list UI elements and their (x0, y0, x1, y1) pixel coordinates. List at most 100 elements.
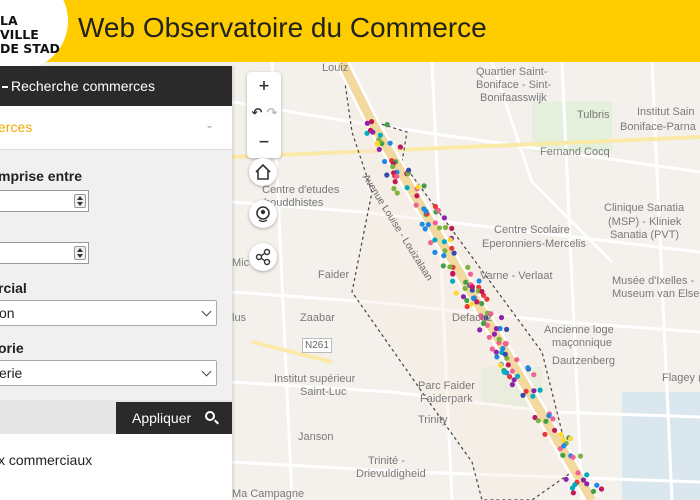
spinner-icon[interactable] (74, 194, 86, 208)
commerce-marker[interactable] (484, 296, 490, 302)
commerce-marker[interactable] (504, 326, 510, 332)
commerce-marker[interactable] (531, 372, 537, 378)
commerce-marker[interactable] (594, 482, 600, 488)
commerce-marker[interactable] (465, 264, 471, 270)
commerce-marker[interactable] (370, 129, 376, 135)
commerce-marker[interactable] (468, 301, 474, 307)
commerce-marker[interactable] (462, 285, 468, 292)
commerce-marker[interactable] (451, 250, 457, 256)
commerce-marker[interactable] (542, 431, 548, 437)
commerce-marker[interactable] (384, 172, 390, 178)
commerce-marker[interactable] (425, 222, 431, 228)
locate-button[interactable] (249, 200, 277, 228)
commerce-marker[interactable] (382, 158, 388, 165)
commerce-marker[interactable] (501, 369, 507, 375)
commerce-marker[interactable] (498, 362, 504, 368)
commerce-marker[interactable] (397, 144, 403, 150)
commerce-marker[interactable] (377, 132, 383, 138)
commerce-marker[interactable] (441, 253, 447, 259)
commerce-marker[interactable] (432, 203, 438, 210)
commerce-marker[interactable] (364, 120, 370, 126)
commerce-marker[interactable] (509, 382, 515, 388)
commerce-marker[interactable] (502, 351, 508, 357)
commerce-marker[interactable] (404, 185, 410, 191)
commerce-marker[interactable] (505, 362, 511, 368)
commerce-marker[interactable] (463, 279, 469, 285)
commerce-marker[interactable] (552, 427, 558, 433)
commerce-marker[interactable] (440, 263, 446, 269)
commerce-marker[interactable] (374, 142, 380, 148)
commerce-marker[interactable] (442, 224, 449, 231)
collapse-icon[interactable]: - (207, 119, 212, 135)
apply-button[interactable]: Appliquer (116, 402, 232, 434)
commerce-marker[interactable] (390, 164, 396, 170)
share-button[interactable] (249, 243, 277, 271)
commerce-marker[interactable] (394, 173, 400, 179)
commerce-marker[interactable] (376, 146, 382, 152)
commerce-marker[interactable] (449, 245, 455, 251)
commerce-marker[interactable] (500, 345, 506, 352)
commerce-marker[interactable] (469, 284, 475, 290)
commerce-marker[interactable] (543, 418, 549, 424)
commerce-marker[interactable] (447, 264, 453, 270)
commerce-marker[interactable] (441, 215, 447, 221)
commerce-marker[interactable] (525, 365, 531, 371)
commerce-marker[interactable] (415, 184, 421, 190)
home-button[interactable] (249, 158, 277, 186)
commerce-marker[interactable] (537, 387, 543, 393)
select-field[interactable]: erie (0, 360, 217, 386)
commerce-marker[interactable] (494, 354, 500, 360)
commerce-marker[interactable] (453, 290, 459, 296)
commerce-marker[interactable] (413, 202, 419, 208)
commerce-marker[interactable] (464, 297, 470, 304)
commerce-marker[interactable] (584, 472, 590, 478)
commercial-axes-link[interactable]: x commerciaux (0, 452, 92, 468)
commerce-marker[interactable] (414, 193, 420, 199)
number-input[interactable] (0, 190, 89, 212)
commerce-marker[interactable] (486, 334, 492, 340)
zoom-in-button[interactable]: + (254, 76, 274, 96)
commerce-marker[interactable] (423, 208, 429, 214)
commerce-marker[interactable] (503, 341, 509, 347)
commerce-marker[interactable] (432, 237, 438, 243)
panel-header[interactable]: Recherche commerces (0, 66, 232, 106)
zoom-out-button[interactable]: − (254, 132, 274, 152)
map-view[interactable]: Louiz Quartier Saint- Boniface - Sint- B… (232, 62, 700, 500)
commerce-marker[interactable] (467, 271, 474, 277)
commerce-marker[interactable] (441, 239, 447, 245)
commerce-marker[interactable] (511, 377, 517, 383)
number-input[interactable] (0, 242, 89, 264)
commerce-marker[interactable] (520, 392, 526, 398)
commerce-marker[interactable] (447, 237, 453, 243)
commerce-marker[interactable] (577, 453, 584, 459)
commerce-marker[interactable] (570, 490, 576, 496)
spinner-icon[interactable] (74, 246, 86, 260)
commerce-marker[interactable] (477, 327, 483, 333)
commerce-marker[interactable] (432, 220, 438, 226)
commerce-marker[interactable] (387, 140, 393, 146)
commerce-marker[interactable] (450, 270, 456, 276)
commerce-marker[interactable] (509, 368, 515, 374)
commerce-marker[interactable] (432, 249, 438, 255)
select-field[interactable]: on (0, 300, 217, 326)
commerce-marker[interactable] (546, 413, 552, 419)
commerce-marker[interactable] (493, 326, 499, 332)
commerce-marker[interactable] (535, 418, 541, 424)
commerce-marker[interactable] (498, 314, 505, 321)
commerce-marker[interactable] (560, 437, 566, 443)
section-header[interactable]: erces - (0, 106, 232, 150)
commerce-marker[interactable] (391, 186, 397, 192)
commerce-marker[interactable] (590, 488, 597, 494)
commerce-marker[interactable] (392, 179, 398, 185)
commerce-marker[interactable] (449, 225, 455, 231)
commerce-marker[interactable] (422, 226, 428, 232)
commerce-marker[interactable] (479, 288, 485, 295)
commerce-marker[interactable] (514, 357, 520, 363)
commerce-marker[interactable] (421, 183, 427, 189)
commerce-marker[interactable] (569, 485, 576, 491)
commerce-marker[interactable] (489, 346, 495, 352)
commerce-marker[interactable] (479, 300, 485, 307)
commerce-marker[interactable] (384, 122, 390, 128)
commerce-marker[interactable] (575, 470, 581, 476)
commerce-marker[interactable] (563, 476, 569, 482)
